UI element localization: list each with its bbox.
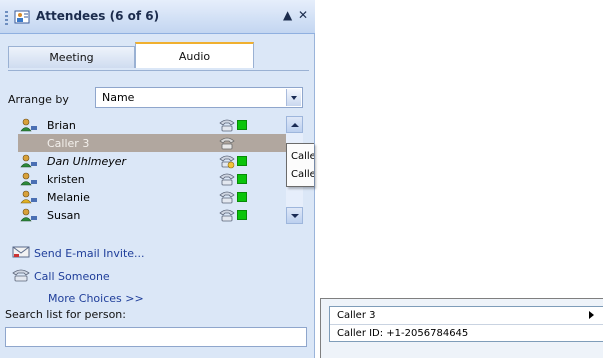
audio-tabs: Meeting Audio xyxy=(8,42,309,70)
send-email-invite-label: Send E-mail Invite... xyxy=(34,247,145,260)
audio-status-indicator xyxy=(237,192,247,202)
phone-icon xyxy=(219,155,235,169)
caller-id-text: Caller ID: +1-2056784645 xyxy=(337,328,469,339)
person-icon xyxy=(20,154,37,168)
phone-icon xyxy=(219,173,235,186)
close-pane-button[interactable]: ✕ xyxy=(298,8,308,22)
attendee-row-brian[interactable]: Brian xyxy=(18,116,286,134)
search-person-input[interactable] xyxy=(5,327,307,347)
tab-meeting[interactable]: Meeting xyxy=(8,46,135,68)
attendee-name: kristen xyxy=(47,173,85,186)
tab-audio-label: Audio xyxy=(178,50,211,63)
person-icon xyxy=(20,118,37,132)
attendee-name: Melanie xyxy=(47,191,90,204)
phone-icon xyxy=(219,209,235,222)
call-icon xyxy=(12,269,30,282)
attendees-pane-icon xyxy=(14,10,30,24)
scroll-down-button[interactable] xyxy=(286,207,303,224)
call-someone-label: Call Someone xyxy=(34,270,110,283)
phone-icon xyxy=(219,119,235,132)
caller-menu-title[interactable]: Caller 3 xyxy=(337,310,375,321)
scroll-up-button[interactable] xyxy=(286,116,303,133)
collapse-pane-button[interactable]: ▲ xyxy=(283,8,292,22)
person-icon xyxy=(20,208,37,222)
caller-menu-list: Caller 3 Caller ID: +1-2056784645 xyxy=(329,306,603,342)
attendee-row-caller-3[interactable]: Caller 3 xyxy=(18,134,286,152)
arrange-by-select[interactable]: Name xyxy=(95,87,303,108)
chevron-down-icon[interactable] xyxy=(286,89,301,106)
person-icon xyxy=(20,172,37,186)
search-list-label: Search list for person: xyxy=(5,308,126,321)
audio-status-indicator xyxy=(237,120,247,130)
arrange-by-label: Arrange by xyxy=(8,93,69,106)
audio-status-indicator xyxy=(237,210,247,220)
email-icon xyxy=(12,246,30,258)
caller-context-popup: Calle Calle xyxy=(286,143,314,187)
chevron-right-icon[interactable] xyxy=(589,311,594,319)
attendee-row-susan[interactable]: Susan xyxy=(18,206,286,224)
attendee-name: Brian xyxy=(47,119,76,132)
attendee-name: Caller 3 xyxy=(47,137,90,150)
attendee-name: Susan xyxy=(47,209,81,222)
popup-item[interactable]: Calle xyxy=(291,151,314,162)
more-choices-link[interactable]: More Choices >> xyxy=(48,292,144,305)
caller-menu: Caller 3 Caller ID: +1-2056784645 xyxy=(320,298,603,358)
attendee-row-dan-uhlmeyer[interactable]: Dan Uhlmeyer xyxy=(18,152,286,170)
tab-divider xyxy=(8,70,309,71)
phone-icon xyxy=(219,137,235,150)
popup-item[interactable]: Calle xyxy=(291,169,314,180)
phone-icon xyxy=(219,191,235,204)
tab-audio[interactable]: Audio xyxy=(135,42,254,68)
person-icon xyxy=(20,190,37,204)
menu-separator xyxy=(330,324,603,325)
pane-titlebar: Attendees (6 of 6) ▲ ✕ xyxy=(0,0,315,34)
drag-grip-icon[interactable] xyxy=(5,11,8,25)
attendees-pane: Attendees (6 of 6) ▲ ✕ Meeting Audio Arr… xyxy=(0,0,315,358)
pane-title: Attendees (6 of 6) xyxy=(36,9,160,23)
attendee-name: Dan Uhlmeyer xyxy=(47,155,127,168)
audio-status-indicator xyxy=(237,174,247,184)
arrange-by-value: Name xyxy=(102,91,135,104)
attendee-row-kristen[interactable]: kristen xyxy=(18,170,286,188)
attendee-row-melanie[interactable]: Melanie xyxy=(18,188,286,206)
audio-status-indicator xyxy=(237,156,247,166)
attendee-list: Brian Caller 3 Dan Uhlmeyer kristen Mela… xyxy=(18,116,286,224)
tab-meeting-label: Meeting xyxy=(49,51,94,64)
